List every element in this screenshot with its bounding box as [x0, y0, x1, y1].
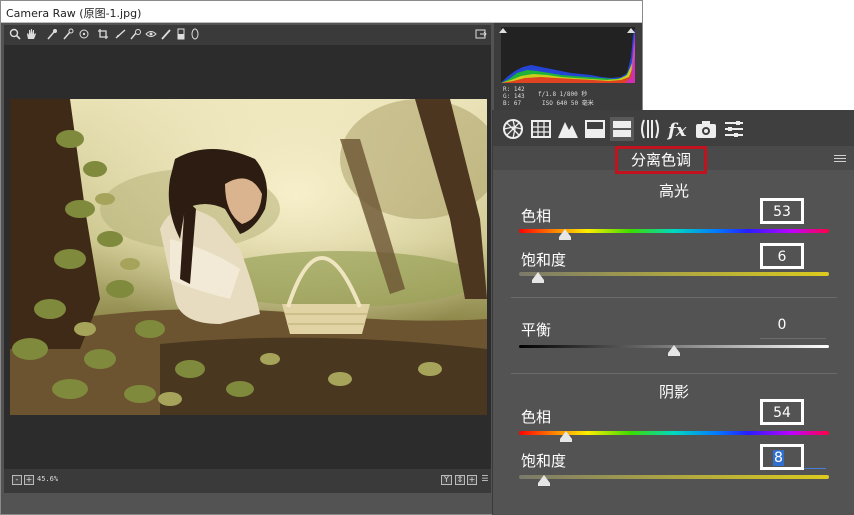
zoom-out-button[interactable]: - [12, 475, 22, 485]
highlights-saturation-label: 饱和度 [521, 251, 567, 269]
readout-r: R: 142 [503, 86, 525, 93]
copy-icon[interactable]: + [467, 475, 477, 485]
divider [511, 373, 837, 374]
radial-filter-icon[interactable] [188, 27, 202, 42]
zoom-icon[interactable] [8, 27, 22, 42]
title-bar: Camera Raw (原图-1.jpg) [1, 1, 642, 23]
before-after-button[interactable]: Y [441, 475, 452, 485]
panel-tabs: fx [493, 110, 854, 146]
highlight-clipping-icon[interactable] [627, 28, 635, 33]
detail-icon[interactable] [556, 117, 580, 141]
tone-curve-icon[interactable] [529, 117, 553, 141]
highlights-saturation-value[interactable]: 6 [760, 243, 804, 269]
shadows-saturation-value[interactable]: 8 [760, 444, 804, 470]
panel-title: 分离色调 [615, 146, 707, 174]
spot-removal-icon[interactable] [129, 27, 143, 42]
window-title: Camera Raw (原图-1.jpg) [6, 7, 142, 20]
highlights-hue-thumb[interactable] [558, 229, 571, 240]
lens-icon[interactable] [638, 117, 662, 141]
crop-icon[interactable] [96, 27, 110, 42]
tool-bar [4, 25, 491, 45]
divider [511, 297, 837, 298]
settings-icon[interactable]: ☰ [480, 475, 490, 485]
basic-icon[interactable] [501, 117, 525, 141]
highlights-saturation-thumb[interactable] [531, 272, 544, 283]
balance-value-underline [760, 338, 826, 339]
export-icon[interactable] [474, 27, 488, 42]
balance-thumb[interactable] [668, 345, 680, 356]
balance-value[interactable]: 0 [760, 314, 804, 340]
histogram [501, 27, 635, 83]
shadows-hue-label: 色相 [521, 408, 552, 426]
white-balance-icon[interactable] [45, 27, 59, 42]
preview-photo [10, 99, 487, 415]
readout-b: B: 67 [503, 100, 522, 107]
fx-icon[interactable]: fx [666, 117, 690, 141]
panel-menu-icon[interactable] [834, 155, 846, 164]
zoom-in-button[interactable]: + [24, 475, 34, 485]
readout-iso: ISO 640 50 毫米 [542, 100, 594, 107]
split-toning-icon[interactable] [610, 117, 634, 141]
shadows-hue-thumb[interactable] [559, 431, 572, 442]
target-adjust-icon[interactable] [77, 27, 91, 42]
status-bar: - + 45.6% Y ⇕ + ☰ [4, 469, 491, 493]
color-sampler-icon[interactable] [61, 27, 75, 42]
histogram-panel: R: 142 G: 143 B: 67 f/1.8 1/800 秒 ISO 64… [494, 23, 642, 113]
shadow-clipping-icon[interactable] [499, 28, 507, 33]
highlights-hue-value[interactable]: 53 [760, 198, 804, 224]
straighten-icon[interactable] [114, 27, 128, 42]
shadows-saturation-slider[interactable] [519, 475, 829, 479]
shadows-saturation-label: 饱和度 [521, 452, 567, 470]
brush-icon[interactable] [159, 27, 173, 42]
swap-icon[interactable]: ⇕ [455, 475, 465, 485]
readout-g: G: 143 [503, 93, 525, 100]
balance-label: 平衡 [521, 321, 552, 339]
camera-calibration-icon[interactable] [694, 117, 718, 141]
highlights-saturation-slider[interactable] [519, 272, 829, 276]
shadows-saturation-focus-line [804, 468, 826, 469]
red-eye-icon[interactable] [144, 27, 158, 42]
adjustment-panel: fx 分离色调 高光 色相 53 饱和度 6 平衡 0 阴影 色相 54 饱和度… [492, 110, 854, 515]
svg-text:fx: fx [666, 120, 687, 141]
hsl-icon[interactable] [583, 117, 607, 141]
hand-icon[interactable] [24, 27, 38, 42]
highlights-hue-label: 色相 [521, 207, 552, 225]
zoom-level[interactable]: 45.6% [37, 475, 58, 483]
readout-exposure: f/1.8 1/800 秒 [538, 91, 588, 98]
shadows-hue-value[interactable]: 54 [760, 399, 804, 425]
shadows-saturation-text: 8 [773, 450, 784, 466]
presets-icon[interactable] [722, 117, 746, 141]
shadows-saturation-thumb[interactable] [537, 475, 550, 486]
graduated-filter-icon[interactable] [174, 27, 188, 42]
